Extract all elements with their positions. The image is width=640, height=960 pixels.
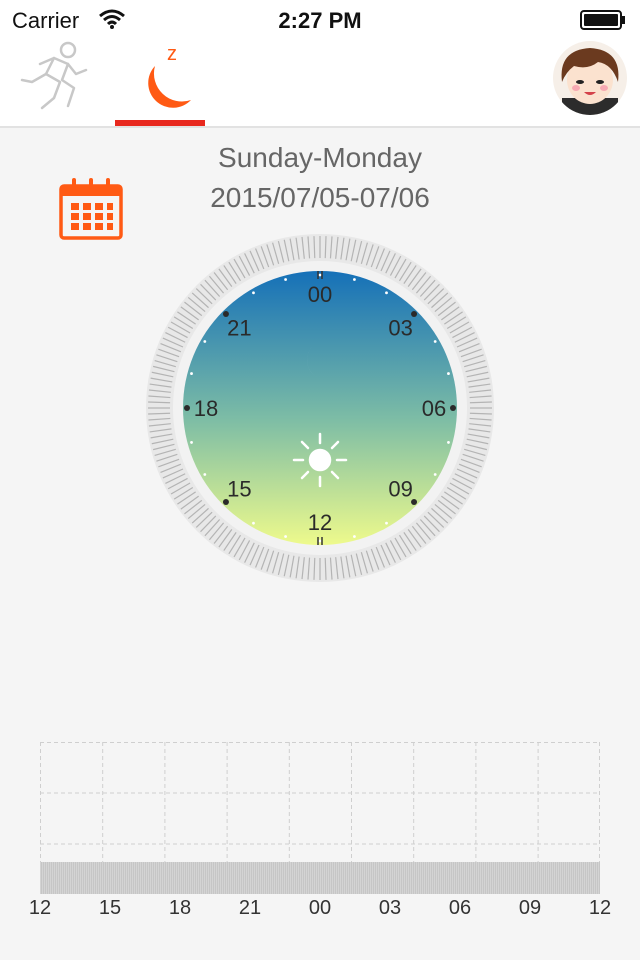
sleep-badge-z: z <box>167 43 177 65</box>
status-bar: Carrier 2:27 PM <box>0 0 640 40</box>
dial-hour-dot <box>318 539 322 543</box>
dial-hour-dot <box>190 441 193 444</box>
dial-ring-tick <box>313 236 316 259</box>
dial-hour-dot <box>252 291 255 295</box>
dial-hour-dot <box>318 273 322 277</box>
tab-sleep[interactable]: z <box>115 40 205 126</box>
dial-ring-tick <box>148 412 171 415</box>
dial-ring-tick <box>469 401 492 404</box>
dial-hour-dot <box>433 340 437 343</box>
dial-hour-dot <box>385 291 388 295</box>
dial-ring-tick <box>313 557 316 580</box>
top-nav: z <box>0 40 640 128</box>
timeline-tick-label: 03 <box>378 897 402 919</box>
timeline-tick-label: 18 <box>168 897 192 919</box>
active-tab-indicator <box>115 120 205 126</box>
dial-hour-label: 21 <box>227 315 251 340</box>
tab-activity[interactable] <box>10 40 100 126</box>
dial-hour-label: 12 <box>308 510 332 535</box>
running-person-icon <box>20 41 88 110</box>
moon-sleep-icon: z <box>148 43 191 108</box>
dial-hour-label: 00 <box>308 282 332 307</box>
dial-ring-tick <box>324 557 327 580</box>
timeline-tick-label: 09 <box>518 897 542 919</box>
sun-icon <box>292 432 348 488</box>
dial-hour-label: 15 <box>227 477 251 502</box>
dial-hour-dot <box>385 521 388 525</box>
dial-hour-dot <box>284 278 287 281</box>
timeline-tick-label: 15 <box>98 897 122 919</box>
dial-hour-label: 18 <box>194 396 218 421</box>
dial-hour-dot <box>447 441 450 444</box>
dial-hour-dot <box>353 535 356 538</box>
timeline-tick-label: 06 <box>448 897 472 919</box>
avatar[interactable] <box>552 40 628 116</box>
dial-ring-tick <box>324 236 327 259</box>
dial-hour-dot <box>433 473 437 476</box>
dial-hour-dot-major <box>184 405 190 411</box>
timeline-tick-label: 12 <box>28 897 52 919</box>
battery-icon <box>580 10 625 30</box>
dial-hour-dot <box>203 340 207 343</box>
dial-ring-tick <box>148 401 171 404</box>
sleep-timeline-strip <box>40 862 600 894</box>
timeline-tick-label: 12 <box>588 897 612 919</box>
dial-hour-dot <box>203 473 207 476</box>
dial-hour-label: 03 <box>388 315 412 340</box>
dial-hour-dot <box>284 535 287 538</box>
status-time: 2:27 PM <box>278 8 362 33</box>
calendar-icon[interactable] <box>58 176 124 242</box>
day-range-title: Sunday-Monday <box>218 142 422 173</box>
sleep-clock-dial: 00 03 06 09 12 15 18 21 <box>146 234 494 582</box>
dial-hour-dot <box>447 372 450 375</box>
sleep-timeline-chart <box>40 742 600 862</box>
dial-hour-dot <box>252 521 255 525</box>
timeline-tick-label: 21 <box>238 897 262 919</box>
dial-hour-label: 06 <box>422 396 446 421</box>
dial-hour-dot <box>190 372 193 375</box>
dial-hour-dot-major <box>450 405 456 411</box>
timeline-tick-label: 00 <box>308 897 332 919</box>
dial-ring-tick <box>469 412 492 415</box>
dial-hour-dot <box>353 278 356 281</box>
dial-hour-label: 09 <box>388 477 412 502</box>
